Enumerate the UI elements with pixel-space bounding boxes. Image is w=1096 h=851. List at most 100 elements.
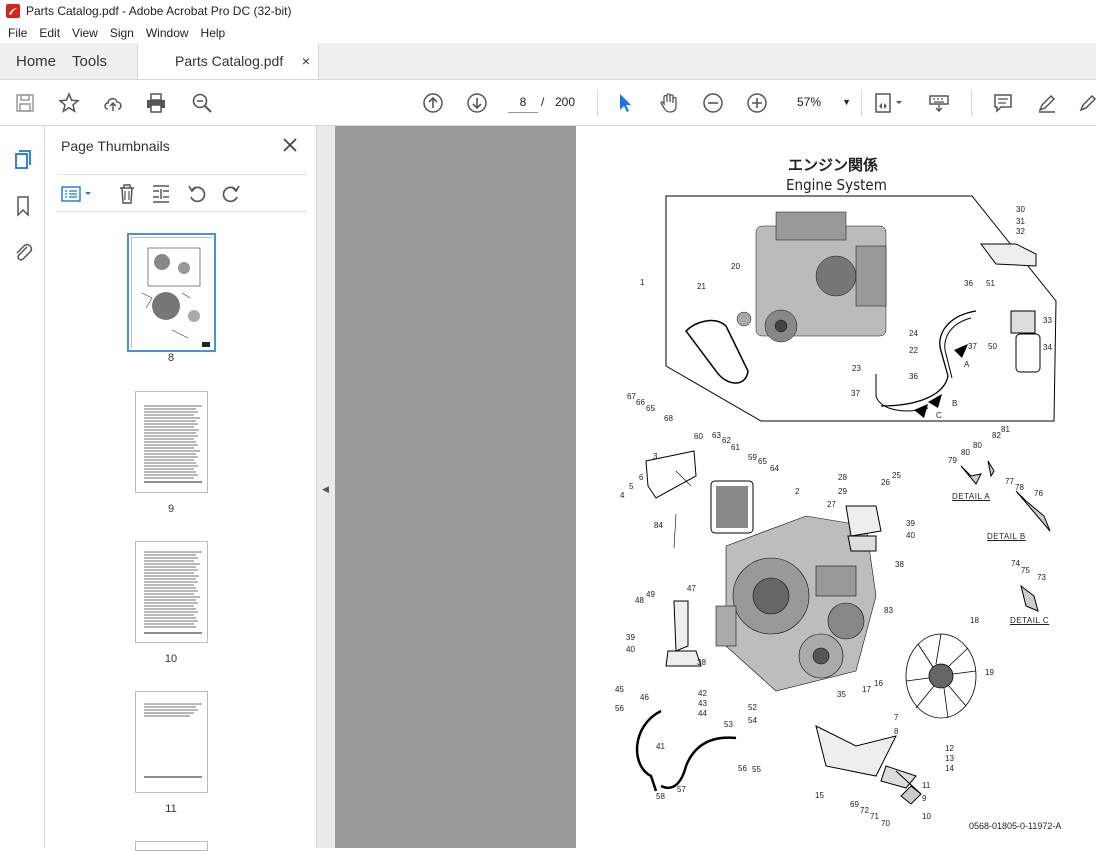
comment-icon bbox=[994, 94, 1012, 113]
fit-page-icon bbox=[875, 93, 902, 113]
part-number-44: 44 bbox=[698, 709, 707, 718]
menu-file[interactable]: File bbox=[2, 26, 33, 40]
part-number-25: 25 bbox=[892, 471, 901, 480]
part-number-76: 76 bbox=[1034, 489, 1043, 498]
document-id: 0568-01805-0-11972-A bbox=[969, 821, 1062, 831]
part-number-79: 79 bbox=[948, 456, 957, 465]
part-number-20: 20 bbox=[731, 262, 740, 271]
part-number-1: 1 bbox=[640, 278, 645, 287]
part-number-49: 49 bbox=[646, 590, 655, 599]
menu-window[interactable]: Window bbox=[140, 26, 195, 40]
hand-icon bbox=[660, 93, 677, 113]
part-number-43: 43 bbox=[698, 699, 707, 708]
menu-help[interactable]: Help bbox=[195, 26, 232, 40]
chevron-down-icon: ▼ bbox=[842, 97, 851, 107]
list-options-icon bbox=[61, 186, 91, 202]
upload-button[interactable] bbox=[101, 91, 125, 115]
select-tool-button[interactable] bbox=[613, 91, 637, 115]
part-number-73: 73 bbox=[1037, 573, 1046, 582]
collapse-panel-icon[interactable]: ◀ bbox=[322, 484, 329, 495]
draw-button[interactable] bbox=[1076, 91, 1096, 115]
toolbar-divider bbox=[971, 90, 972, 116]
next-page-button[interactable] bbox=[465, 91, 489, 115]
detail-a-label: DETAIL A bbox=[952, 492, 991, 501]
zoom-level-value: 57% bbox=[797, 95, 822, 109]
part-number-72: 72 bbox=[860, 806, 869, 815]
part-number-58: 58 bbox=[656, 792, 665, 801]
menu-view[interactable]: View bbox=[66, 26, 104, 40]
menu-edit[interactable]: Edit bbox=[33, 26, 66, 40]
tab-tools[interactable]: Tools bbox=[72, 43, 123, 79]
bookmarks-rail-button[interactable] bbox=[11, 194, 35, 218]
part-number-65b: 65 bbox=[646, 404, 655, 413]
page-thumbnail-10[interactable] bbox=[135, 541, 208, 643]
page-thumbnail-12[interactable] bbox=[135, 841, 208, 851]
page-thumbnail-8[interactable] bbox=[127, 233, 216, 352]
part-number-81: 81 bbox=[1001, 425, 1010, 434]
zoom-out-button[interactable] bbox=[701, 91, 725, 115]
page-thumbnails-rail-button[interactable] bbox=[11, 148, 35, 172]
part-number-59: 59 bbox=[748, 453, 757, 462]
part-number-35: 35 bbox=[837, 690, 846, 699]
insert-page-button[interactable] bbox=[149, 183, 173, 205]
tab-home[interactable]: Home bbox=[0, 43, 72, 79]
part-number-21: 21 bbox=[697, 282, 706, 291]
part-number-16: 16 bbox=[874, 679, 883, 688]
thumbnail-11-preview bbox=[144, 703, 202, 778]
part-number-36b: 36 bbox=[909, 372, 918, 381]
print-button[interactable] bbox=[144, 91, 168, 115]
part-number-24: 24 bbox=[909, 329, 918, 338]
panel-close-button[interactable] bbox=[281, 136, 299, 154]
part-number-40b: 40 bbox=[626, 645, 635, 654]
page-number-input[interactable]: 8 bbox=[508, 91, 538, 113]
zoom-search-button[interactable] bbox=[190, 91, 214, 115]
part-number-30: 30 bbox=[1016, 205, 1025, 214]
arrow-up-circle-icon bbox=[423, 93, 443, 113]
menu-sign[interactable]: Sign bbox=[104, 26, 140, 40]
part-number-82: 82 bbox=[992, 431, 1001, 440]
page-thumbnail-9[interactable] bbox=[135, 391, 208, 493]
attachments-rail-button[interactable] bbox=[11, 240, 35, 264]
save-button[interactable] bbox=[13, 91, 37, 115]
rotate-counterclockwise-button[interactable] bbox=[185, 183, 209, 205]
part-number-75: 75 bbox=[1021, 566, 1030, 575]
part-number-78: 78 bbox=[1015, 483, 1024, 492]
bookmark-star-button[interactable] bbox=[57, 91, 81, 115]
previous-page-button[interactable] bbox=[421, 91, 445, 115]
part-number-15: 15 bbox=[815, 791, 824, 800]
minus-circle-icon bbox=[703, 93, 723, 113]
panel-splitter[interactable]: ◀ bbox=[317, 126, 335, 848]
part-number-37a: 37 bbox=[968, 342, 977, 351]
zoom-level-select[interactable]: 57% ▼ bbox=[793, 91, 851, 113]
part-number-7: 7 bbox=[894, 713, 899, 722]
thumbnail-label-10: 10 bbox=[164, 653, 178, 665]
part-number-31: 31 bbox=[1016, 217, 1025, 226]
page-thumbnail-11[interactable] bbox=[135, 691, 208, 793]
part-number-53: 53 bbox=[724, 720, 733, 729]
tab-close-icon[interactable]: × bbox=[302, 53, 310, 69]
delete-page-button[interactable] bbox=[115, 183, 139, 205]
cloud-upload-icon bbox=[104, 98, 122, 111]
star-icon bbox=[58, 92, 80, 113]
thumbnail-8-preview bbox=[132, 238, 213, 349]
part-number-80a: 80 bbox=[961, 448, 970, 457]
part-number-36a: 36 bbox=[964, 279, 973, 288]
zoom-in-button[interactable] bbox=[745, 91, 769, 115]
printer-icon bbox=[147, 93, 165, 113]
thumbnail-options-button[interactable] bbox=[59, 183, 95, 205]
document-page: エンジン関係 Engine System 1 2 3 4 5 6 7 8 9 1… bbox=[576, 126, 1096, 848]
part-number-8: 8 bbox=[894, 727, 899, 736]
thumbnail-10-preview bbox=[144, 551, 202, 634]
comment-button[interactable] bbox=[991, 91, 1015, 115]
thumbnail-toolbar bbox=[57, 174, 307, 212]
rotate-clockwise-button[interactable] bbox=[219, 183, 243, 205]
part-number-55: 55 bbox=[752, 765, 761, 774]
keyboard-button[interactable] bbox=[927, 91, 951, 115]
tab-document[interactable]: Parts Catalog.pdf × bbox=[137, 43, 320, 79]
hand-tool-button[interactable] bbox=[657, 91, 681, 115]
page-fit-button[interactable] bbox=[871, 91, 907, 115]
part-number-27: 27 bbox=[827, 500, 836, 509]
part-number-45: 45 bbox=[615, 685, 624, 694]
highlight-button[interactable] bbox=[1035, 91, 1059, 115]
part-number-70: 70 bbox=[881, 819, 890, 828]
